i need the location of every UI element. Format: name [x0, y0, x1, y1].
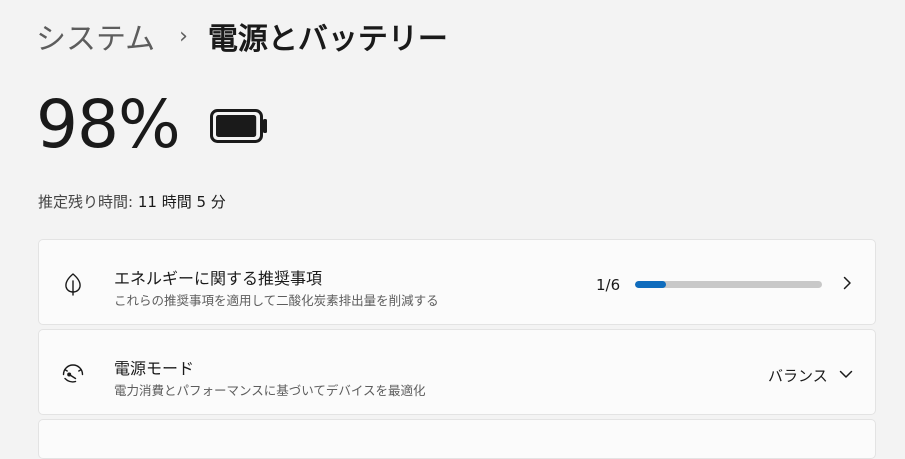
battery-icon: [209, 109, 268, 147]
gauge-icon: [61, 362, 85, 386]
next-settings-card[interactable]: [38, 419, 876, 459]
power-mode-dropdown-value[interactable]: バランス: [768, 365, 828, 386]
power-mode-card[interactable]: 電源モード 電力消費とパフォーマンスに基づいてデバイスを最適化 バランス: [38, 329, 876, 415]
energy-recommendations-subtitle: これらの推奨事項を適用して二酸化炭素排出量を削減する: [114, 293, 439, 308]
recommendations-progress-fill: [635, 281, 667, 288]
power-mode-title: 電源モード: [114, 359, 195, 378]
leaf-icon: [61, 272, 85, 296]
page-title: 電源とバッテリー: [207, 22, 448, 57]
power-mode-subtitle: 電力消費とパフォーマンスに基づいてデバイスを最適化: [114, 383, 426, 398]
breadcrumb: システム › 電源とバッテリー: [36, 14, 448, 58]
breadcrumb-separator: ›: [179, 23, 188, 49]
energy-recommendations-title: エネルギーに関する推奨事項: [114, 269, 323, 288]
remaining-label: 推定残り時間:: [38, 193, 134, 211]
recommendations-progress-bar: [635, 281, 822, 288]
estimated-time-remaining: 推定残り時間: 11 時間 5 分: [38, 191, 226, 212]
chevron-down-icon[interactable]: [838, 366, 854, 382]
breadcrumb-system-link[interactable]: システム: [36, 14, 155, 58]
battery-percent: 98%: [36, 86, 181, 163]
energy-recommendations-card[interactable]: エネルギーに関する推奨事項 これらの推奨事項を適用して二酸化炭素排出量を削減する…: [38, 239, 876, 325]
chevron-right-icon: [839, 275, 855, 291]
battery-status: 98%: [36, 92, 268, 158]
recommendations-progress-count: 1/6: [596, 276, 621, 294]
remaining-value: 11 時間 5 分: [137, 193, 226, 211]
